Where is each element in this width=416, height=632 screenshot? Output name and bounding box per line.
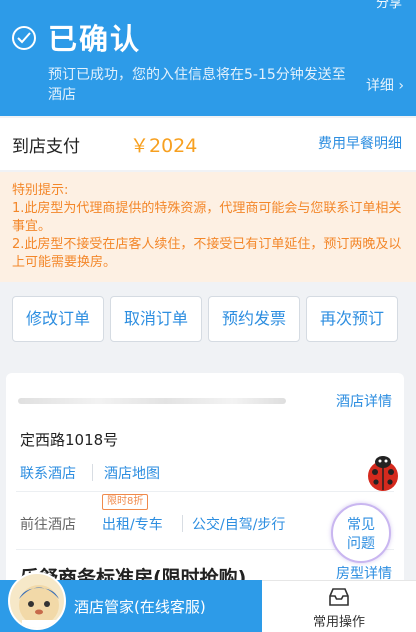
modify-order-button[interactable]: 修改订单 bbox=[12, 296, 104, 342]
notice-title: 特别提示: bbox=[12, 183, 69, 198]
chat-label: 酒店管家(在线客服) bbox=[74, 598, 206, 616]
bottom-bar: 酒店管家(在线客服) 常用操作 bbox=[0, 572, 416, 632]
special-notice: 特别提示: 1.此房型为代理商提供的特殊资源，代理商可能会与您联系订单相关事宜。… bbox=[0, 172, 416, 282]
ops-label: 常用操作 bbox=[312, 615, 365, 630]
tray-icon bbox=[328, 587, 350, 611]
rebook-button[interactable]: 再次预订 bbox=[306, 296, 398, 342]
status-subtitle: 预订已成功，您的入住信息将在5-15分钟发送至酒店 bbox=[48, 67, 346, 103]
order-detail-page: 分享 已确认 预订已成功，您的入住信息将在5-15分钟发送至酒店 详细 › 到店… bbox=[0, 0, 416, 632]
status-header: 分享 已确认 预订已成功，您的入住信息将在5-15分钟发送至酒店 详细 › bbox=[0, 0, 416, 116]
payment-method-label: 到店支付 bbox=[12, 137, 80, 157]
share-button[interactable]: 分享 bbox=[376, 0, 402, 11]
order-actions: 修改订单 取消订单 预约发票 再次预订 bbox=[0, 282, 416, 356]
divider bbox=[16, 491, 394, 492]
fee-breakdown-link[interactable]: 费用早餐明细 bbox=[318, 133, 402, 153]
divider bbox=[182, 515, 183, 532]
hotel-detail-link[interactable]: 酒店详情 bbox=[336, 391, 392, 411]
transit-link[interactable]: 公交/自驾/步行 bbox=[192, 514, 285, 534]
common-operations-button[interactable]: 常用操作 bbox=[262, 580, 416, 632]
notice-line-2: 2.此房型不接受在店客人续住，不接受已有订单延住，预订两晚及以上可能需要换房。 bbox=[12, 237, 402, 270]
payment-amount: ￥2024 bbox=[130, 135, 198, 157]
status-title: 已确认 bbox=[48, 22, 142, 56]
hotel-address: 定西路1018号 bbox=[20, 431, 119, 449]
goto-hotel-label: 前往酒店 bbox=[20, 517, 76, 533]
hotel-map-link[interactable]: 酒店地图 bbox=[104, 463, 160, 483]
taxi-link[interactable]: 出租/专车 bbox=[102, 514, 163, 534]
discount-badge: 限时8折 bbox=[102, 494, 149, 510]
cancel-order-button[interactable]: 取消订单 bbox=[110, 296, 202, 342]
faq-label-1: 常见 bbox=[347, 517, 375, 533]
payment-row: 到店支付 ￥2024 费用早餐明细 bbox=[0, 118, 416, 170]
faq-button[interactable]: 常见 问题 bbox=[331, 503, 391, 563]
invoice-button[interactable]: 预约发票 bbox=[208, 296, 300, 342]
status-detail-link[interactable]: 详细 › bbox=[366, 75, 404, 95]
hotel-name-blurred bbox=[18, 398, 286, 404]
faq-label-2: 问题 bbox=[347, 536, 375, 552]
divider bbox=[92, 464, 93, 481]
check-circle-icon bbox=[12, 26, 36, 50]
contact-hotel-link[interactable]: 联系酒店 bbox=[20, 463, 76, 483]
butler-avatar bbox=[8, 572, 66, 630]
ladybug-icon[interactable] bbox=[364, 452, 402, 492]
notice-line-1: 1.此房型为代理商提供的特殊资源，代理商可能会与您联系订单相关事宜。 bbox=[12, 201, 402, 234]
